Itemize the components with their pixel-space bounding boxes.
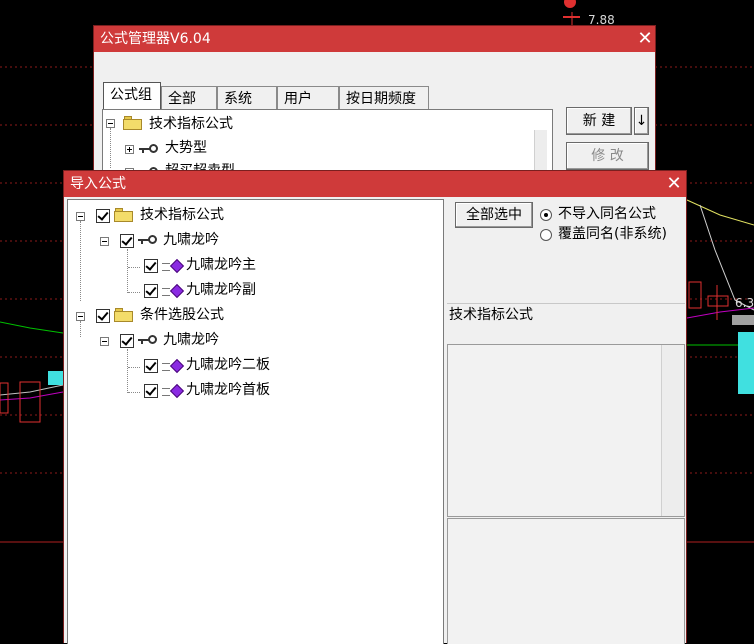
checkbox-item-second[interactable]: [144, 359, 158, 373]
collapse-icon[interactable]: [76, 212, 85, 221]
tree-item-trend[interactable]: 大势型: [165, 139, 207, 157]
import-formula-window: 导入公式 ✕ 技术指标公式 九啸龙吟 九啸龙吟主 九啸龙吟副 条件选股公式 九啸…: [63, 170, 687, 644]
radio-no-import-same[interactable]: [540, 209, 552, 221]
tree-line: [128, 292, 140, 293]
import-formula-close-icon[interactable]: ✕: [661, 171, 687, 197]
formula-icon: [162, 358, 185, 374]
formula-manager-window: 公式管理器V6.04 ✕ 公式组 全部 系统 用户 按日期频度 技术指标公式 大…: [93, 25, 658, 189]
tab-user[interactable]: 用户: [277, 86, 339, 110]
tree-line: [128, 392, 140, 393]
tab-all[interactable]: 全部: [161, 86, 217, 110]
checkbox-item-main[interactable]: [144, 259, 158, 273]
tree-item-jiuxiao-sub[interactable]: 九啸龙吟副: [186, 281, 256, 299]
tree-item-jiuxiao-first[interactable]: 九啸龙吟首板: [186, 381, 270, 399]
tree-line: [80, 321, 81, 337]
tree-group-tech-indicator[interactable]: 技术指标公式: [140, 206, 224, 224]
formula-icon: [162, 258, 185, 274]
checkbox-group-select[interactable]: [96, 309, 110, 323]
new-dropdown-arrow-icon[interactable]: ↓: [634, 107, 649, 135]
tree-sub-jiuxiao-tech[interactable]: 九啸龙吟: [163, 231, 219, 249]
tree-group-stock-select[interactable]: 条件选股公式: [140, 306, 224, 324]
formula-icon: [162, 283, 185, 299]
tab-formula-group[interactable]: 公式组: [103, 82, 161, 110]
tree-item-jiuxiao-second[interactable]: 九啸龙吟二板: [186, 356, 270, 374]
import-tree-panel[interactable]: 技术指标公式 九啸龙吟 九啸龙吟主 九啸龙吟副 条件选股公式 九啸龙吟 九啸龙吟…: [67, 199, 444, 644]
collapse-icon[interactable]: [100, 237, 109, 246]
expand-icon[interactable]: [125, 145, 134, 154]
formula-icon: [162, 383, 185, 399]
key-icon: [138, 235, 158, 245]
key-icon: [138, 335, 158, 345]
tab-by-date-frequency[interactable]: 按日期频度: [339, 86, 429, 110]
radio-label-overwrite-same[interactable]: 覆盖同名(非系统): [558, 225, 667, 243]
price-label-right: 6.3: [735, 296, 754, 310]
checkbox-item-first[interactable]: [144, 384, 158, 398]
tree-line: [128, 267, 140, 268]
tree-line: [127, 349, 128, 393]
select-all-button[interactable]: 全部选中: [455, 202, 533, 228]
checkbox-tech-sub[interactable]: [120, 234, 134, 248]
tree-line: [127, 249, 128, 293]
checkbox-item-sub[interactable]: [144, 284, 158, 298]
tree-line: [80, 221, 81, 301]
radio-label-no-import-same[interactable]: 不导入同名公式: [558, 205, 656, 223]
tree-line: [110, 128, 111, 168]
folder-icon: [114, 208, 133, 222]
new-button[interactable]: 新 建: [566, 107, 632, 135]
formula-manager-title: 公式管理器V6.04: [100, 31, 211, 47]
info-panel: 技术指标公式: [447, 303, 685, 343]
import-formula-titlebar[interactable]: 导入公式: [64, 171, 686, 197]
tree-item-jiuxiao-main[interactable]: 九啸龙吟主: [186, 256, 256, 274]
tab-system[interactable]: 系统: [217, 86, 277, 110]
description-panel[interactable]: [447, 344, 685, 517]
collapse-icon[interactable]: [100, 337, 109, 346]
info-label: 技术指标公式: [449, 307, 533, 323]
folder-icon: [114, 308, 133, 322]
edit-button[interactable]: 修 改: [566, 142, 649, 170]
tree-sub-jiuxiao-select[interactable]: 九啸龙吟: [163, 331, 219, 349]
formula-manager-close-icon[interactable]: ✕: [632, 26, 658, 52]
folder-icon: [123, 116, 142, 130]
formula-manager-titlebar[interactable]: 公式管理器V6.04: [94, 26, 655, 52]
import-formula-title: 导入公式: [70, 176, 126, 192]
collapse-icon[interactable]: [76, 312, 85, 321]
tree-line: [128, 367, 140, 368]
checkbox-group-tech[interactable]: [96, 209, 110, 223]
checkbox-select-sub[interactable]: [120, 334, 134, 348]
description-scrollbar[interactable]: [661, 345, 684, 516]
tree-root-tech-indicator[interactable]: 技术指标公式: [149, 115, 233, 133]
parameter-panel[interactable]: [447, 518, 685, 644]
radio-overwrite-same[interactable]: [540, 229, 552, 241]
collapse-icon[interactable]: [106, 119, 115, 128]
key-icon: [139, 144, 159, 154]
